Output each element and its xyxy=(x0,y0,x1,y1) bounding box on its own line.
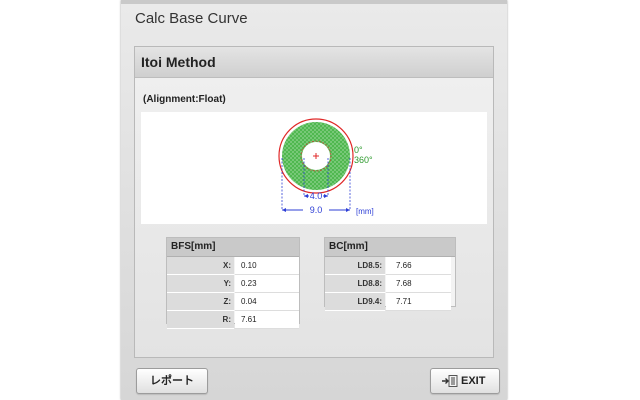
bfs-row-value: 0.04 xyxy=(235,293,299,311)
bfs-table: BFS[mm] X: 0.10 Y: 0.23 Z: 0.04 R: 7.61 xyxy=(166,237,300,329)
table-row: Y: 0.23 xyxy=(167,275,299,293)
table-row: Z: 0.04 xyxy=(167,293,299,311)
panel-header: Itoi Method xyxy=(135,47,493,78)
outer-dim-arrow-left xyxy=(282,208,286,212)
lens-diagram: 4.0 9.0 [mm] 0° 360° xyxy=(141,112,487,224)
table-row: LD9.4: 7.71 xyxy=(325,293,455,311)
lens-diagram-svg: 4.0 9.0 [mm] 0° 360° xyxy=(278,118,374,216)
inner-dim-arrow-right xyxy=(324,194,328,198)
bfs-table-header: BFS[mm] xyxy=(167,238,299,257)
panel-body: (Alignment:Float) 4.0 9.0 [mm] 0° 360° B… xyxy=(135,78,493,357)
bc-table-title: BC[mm] xyxy=(329,241,368,252)
inner-dim-arrow-left xyxy=(304,194,308,198)
table-row: R: 7.61 xyxy=(167,311,299,329)
bc-row-label: LD8.8: xyxy=(325,275,385,293)
exit-button[interactable]: EXIT xyxy=(430,368,500,394)
bc-table: BC[mm] LD8.5: 7.66 LD8.8: 7.68 LD9.4: 7.… xyxy=(324,237,456,311)
bfs-row-value: 7.61 xyxy=(235,311,299,329)
table-row: LD8.5: 7.66 xyxy=(325,257,455,275)
bc-row-value: 7.68 xyxy=(386,275,451,293)
report-button-label: レポート xyxy=(150,375,194,387)
angle-label-360: 360° xyxy=(354,155,373,165)
outer-dim-label: 9.0 xyxy=(310,205,323,215)
alignment-label: (Alignment:Float) xyxy=(143,94,226,105)
bc-table-header: BC[mm] xyxy=(325,238,455,257)
report-button[interactable]: レポート xyxy=(136,368,208,394)
bfs-row-value: 0.23 xyxy=(235,275,299,293)
bfs-row-label: Y: xyxy=(167,275,234,293)
unit-label: [mm] xyxy=(356,207,374,216)
panel-title: Itoi Method xyxy=(141,54,216,70)
top-strip xyxy=(121,0,507,4)
bfs-table-title: BFS[mm] xyxy=(171,241,216,252)
bfs-row-label: Z: xyxy=(167,293,234,311)
exit-door-icon xyxy=(442,375,458,387)
bc-row-label: LD9.4: xyxy=(325,293,385,311)
app-window: Calc Base Curve Itoi Method (Alignment:F… xyxy=(121,0,507,400)
table-row: LD8.8: 7.68 xyxy=(325,275,455,293)
bfs-row-value: 0.10 xyxy=(235,257,299,275)
bfs-row-label: R: xyxy=(167,311,234,329)
angle-label-0: 0° xyxy=(354,145,363,155)
bfs-row-label: X: xyxy=(167,257,234,275)
table-row: X: 0.10 xyxy=(167,257,299,275)
bc-row-label: LD8.5: xyxy=(325,257,385,275)
itoi-method-panel: Itoi Method (Alignment:Float) 4.0 9.0 [m… xyxy=(134,46,494,358)
bc-row-value: 7.71 xyxy=(386,293,451,311)
window-title: Calc Base Curve xyxy=(135,10,248,27)
bc-row-value: 7.66 xyxy=(386,257,451,275)
inner-dim-label: 4.0 xyxy=(310,191,323,201)
exit-button-label: EXIT xyxy=(461,375,486,387)
outer-dim-arrow-right xyxy=(346,208,350,212)
